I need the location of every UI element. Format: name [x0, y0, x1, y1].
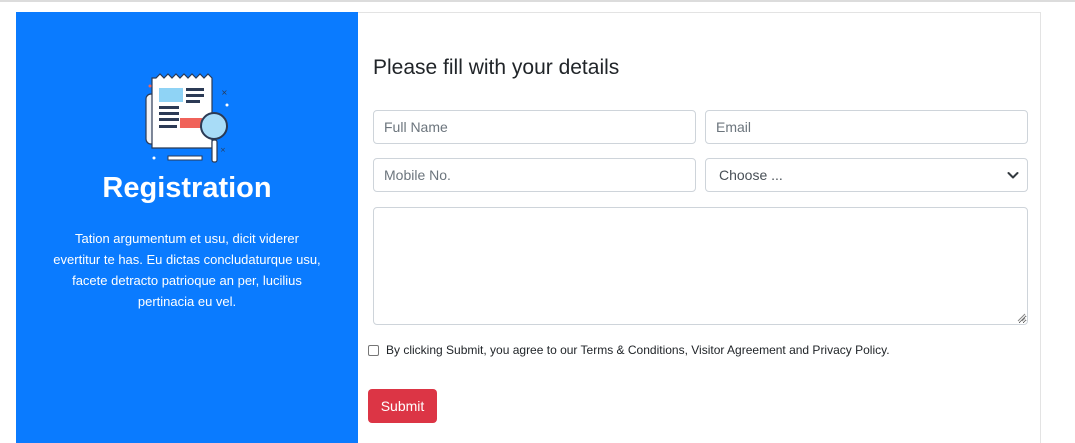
submit-button[interactable]: Submit	[368, 389, 437, 423]
agreement-label: By clicking Submit, you agree to our Ter…	[386, 343, 890, 357]
email-input[interactable]	[705, 110, 1028, 144]
agreement-row: By clicking Submit, you agree to our Ter…	[368, 343, 890, 357]
newspaper-magnifier-icon: × ×	[145, 73, 229, 163]
message-textarea[interactable]	[373, 207, 1028, 325]
chevron-down-icon	[1007, 172, 1019, 179]
select-value: Choose ...	[719, 167, 783, 183]
registration-info-panel: × × Registration Tation argumentum et us…	[16, 12, 358, 443]
full-name-input[interactable]	[373, 110, 696, 144]
form-title: Please fill with your details	[373, 56, 620, 79]
svg-text:×: ×	[220, 146, 226, 154]
agreement-checkbox[interactable]	[368, 344, 379, 356]
svg-text:×: ×	[221, 88, 228, 97]
resize-grip-icon[interactable]	[1016, 312, 1026, 322]
registration-description: Tation argumentum et usu, dicit viderer …	[53, 231, 321, 309]
mobile-input[interactable]	[373, 158, 696, 192]
registration-title: Registration	[102, 172, 272, 204]
top-divider	[0, 0, 1075, 2]
choose-select[interactable]: Choose ...	[705, 158, 1028, 192]
